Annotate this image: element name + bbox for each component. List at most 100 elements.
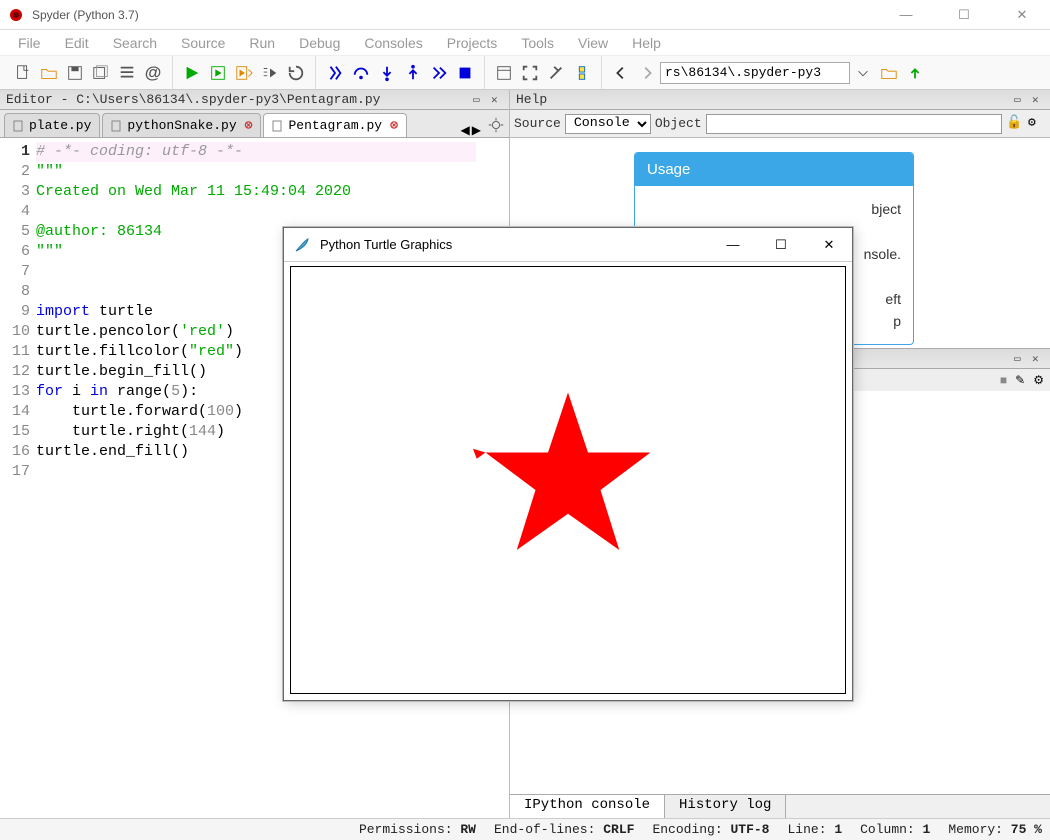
code-text: turtle.end_fill() <box>36 442 189 462</box>
max-pane-icon[interactable] <box>491 60 517 86</box>
console-stop-icon[interactable]: ■ <box>1000 373 1007 387</box>
run-cell-icon[interactable] <box>205 60 231 86</box>
outline-icon[interactable] <box>114 60 140 86</box>
code-text: turtle.forward(100) <box>36 402 243 422</box>
editor-undock-icon[interactable]: ▭ <box>473 93 487 107</box>
turtle-window[interactable]: Python Turtle Graphics — ☐ ✕ <box>283 227 853 701</box>
menu-consoles[interactable]: Consoles <box>352 31 434 55</box>
tab-close-icon[interactable]: ⊗ <box>245 118 253 133</box>
run-icon[interactable] <box>179 60 205 86</box>
line-number: 7 <box>0 262 36 282</box>
minimize-button[interactable]: — <box>886 7 926 23</box>
new-file-icon[interactable] <box>10 60 36 86</box>
tab-pythonSnake-py[interactable]: pythonSnake.py ⊗ <box>102 113 261 137</box>
help-options-icon[interactable]: ⚙ <box>1028 115 1046 133</box>
line-number: 6 <box>0 242 36 262</box>
turtle-maximize-button[interactable]: ☐ <box>768 237 794 253</box>
menu-source[interactable]: Source <box>169 31 237 55</box>
turtle-minimize-button[interactable]: — <box>720 237 746 253</box>
menu-view[interactable]: View <box>566 31 620 55</box>
status-eol: End-of-lines: CRLF <box>494 822 634 837</box>
console-undock-icon[interactable]: ▭ <box>1014 352 1028 366</box>
editor-pane-title: Editor - C:\Users\86134\.spyder-py3\Pent… <box>0 90 509 110</box>
line-number: 9 <box>0 302 36 322</box>
code-text: for i in range(5): <box>36 382 198 402</box>
code-text: import turtle <box>36 302 153 322</box>
step-into-icon[interactable] <box>374 60 400 86</box>
pythonpath-icon[interactable] <box>569 60 595 86</box>
parent-dir-icon[interactable] <box>902 60 928 86</box>
fullscreen-icon[interactable] <box>517 60 543 86</box>
tab-Pentagram-py[interactable]: Pentagram.py ⊗ <box>263 113 406 137</box>
saveall-icon[interactable] <box>88 60 114 86</box>
line-number: 16 <box>0 442 36 462</box>
tab-scroll-left-icon[interactable]: ◀ <box>461 123 470 137</box>
back-arrow-icon[interactable] <box>608 60 634 86</box>
step-out-icon[interactable] <box>400 60 426 86</box>
status-line: Line: 1 <box>787 822 842 837</box>
menu-debug[interactable]: Debug <box>287 31 352 55</box>
lock-icon[interactable]: 🔓 <box>1006 115 1024 133</box>
editor-close-icon[interactable]: ✕ <box>491 93 505 107</box>
menu-projects[interactable]: Projects <box>435 31 510 55</box>
tab-close-icon[interactable]: ⊗ <box>390 118 398 133</box>
app-titlebar: Spyder (Python 3.7) — ☐ ✕ <box>0 0 1050 30</box>
tab-plate-py[interactable]: plate.py <box>4 113 100 137</box>
help-pane-title: Help ▭✕ <box>510 90 1050 110</box>
tab-label: Pentagram.py <box>288 118 382 133</box>
usage-heading: Usage <box>635 153 913 186</box>
forward-arrow-icon[interactable] <box>634 60 660 86</box>
console-clear-icon[interactable]: ✎ <box>1015 373 1025 387</box>
window-title: Spyder (Python 3.7) <box>32 8 886 22</box>
debug-icon[interactable] <box>322 60 348 86</box>
tab-scroll-right-icon[interactable]: ▶ <box>472 123 481 137</box>
turtle-titlebar[interactable]: Python Turtle Graphics — ☐ ✕ <box>284 228 852 262</box>
status-memory: Memory: 75 % <box>948 822 1042 837</box>
object-input[interactable] <box>706 114 1002 134</box>
run-cell-advance-icon[interactable] <box>231 60 257 86</box>
line-number: 12 <box>0 362 36 382</box>
help-undock-icon[interactable]: ▭ <box>1014 93 1028 107</box>
rerun-icon[interactable] <box>283 60 309 86</box>
line-number: 15 <box>0 422 36 442</box>
console-options-icon[interactable]: ⚙ <box>1033 373 1044 387</box>
console-tabs: IPython console History log <box>510 794 1050 818</box>
tab-label: pythonSnake.py <box>127 118 236 133</box>
menu-file[interactable]: File <box>6 31 53 55</box>
code-text: turtle.fillcolor("red") <box>36 342 243 362</box>
line-number: 5 <box>0 222 36 242</box>
line-number: 10 <box>0 322 36 342</box>
browse-dir-icon[interactable] <box>876 60 902 86</box>
menu-tools[interactable]: Tools <box>509 31 566 55</box>
console-close-icon[interactable]: ✕ <box>1032 352 1046 366</box>
step-over-icon[interactable] <box>348 60 374 86</box>
save-icon[interactable] <box>62 60 88 86</box>
code-text: """ <box>36 162 63 182</box>
stop-debug-icon[interactable] <box>452 60 478 86</box>
menu-search[interactable]: Search <box>101 31 169 55</box>
tab-ipython-console[interactable]: IPython console <box>510 795 665 818</box>
dir-dropdown-icon[interactable] <box>850 60 876 86</box>
continue-icon[interactable] <box>426 60 452 86</box>
line-number: 14 <box>0 402 36 422</box>
help-close-icon[interactable]: ✕ <box>1032 93 1046 107</box>
at-icon[interactable]: @ <box>140 60 166 86</box>
menu-run[interactable]: Run <box>237 31 287 55</box>
turtle-title: Python Turtle Graphics <box>320 237 720 252</box>
open-folder-icon[interactable] <box>36 60 62 86</box>
run-selection-icon[interactable] <box>257 60 283 86</box>
working-dir-input[interactable] <box>660 62 850 84</box>
line-number: 8 <box>0 282 36 302</box>
line-number: 4 <box>0 202 36 222</box>
turtle-close-button[interactable]: ✕ <box>816 237 842 253</box>
maximize-button[interactable]: ☐ <box>944 7 984 23</box>
tab-history-log[interactable]: History log <box>665 795 786 818</box>
menu-help[interactable]: Help <box>620 31 673 55</box>
menu-edit[interactable]: Edit <box>53 31 101 55</box>
line-number: 1 <box>0 142 36 162</box>
preferences-icon[interactable] <box>543 60 569 86</box>
source-select[interactable]: Console <box>565 114 651 134</box>
tab-options-icon[interactable] <box>487 116 505 137</box>
close-button[interactable]: ✕ <box>1002 7 1042 23</box>
file-icon <box>272 120 284 132</box>
